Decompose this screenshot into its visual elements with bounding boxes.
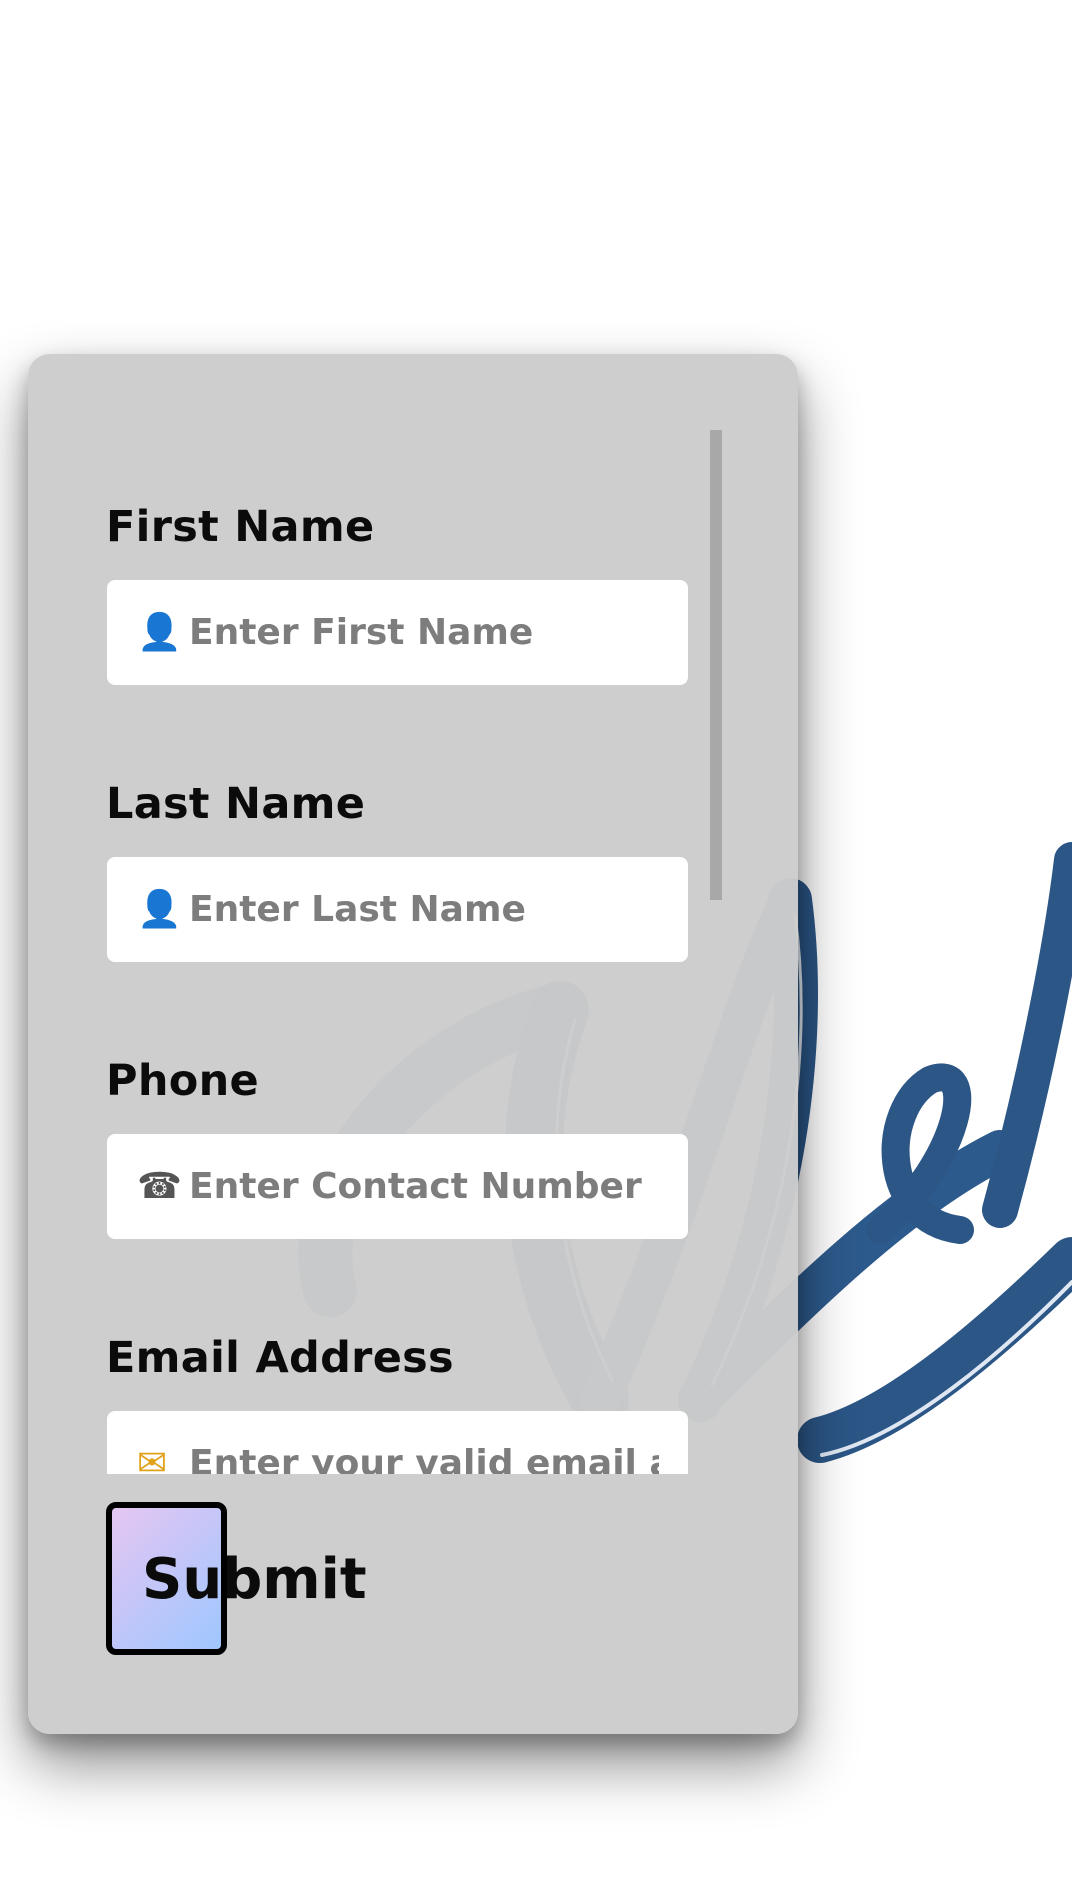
email-input-box[interactable]: ✉	[107, 1411, 688, 1474]
envelope-icon: ✉	[137, 1442, 168, 1474]
submit-label: Submit	[142, 1547, 367, 1612]
email-label: Email Address	[106, 1333, 454, 1383]
first-name-input[interactable]	[185, 612, 659, 653]
person-icon: 👤	[137, 611, 182, 653]
phone-label: Phone	[106, 1056, 259, 1106]
first-name-input-box[interactable]: 👤	[107, 580, 688, 685]
last-name-input[interactable]	[185, 889, 659, 930]
phone-icon: ☎	[137, 1165, 182, 1207]
last-name-label: Last Name	[106, 779, 366, 829]
scrollbar-thumb[interactable]	[710, 430, 722, 900]
phone-input-box[interactable]: ☎	[107, 1134, 688, 1239]
phone-input[interactable]	[185, 1166, 659, 1207]
form-scroll-area[interactable]: First Name 👤 Last Name 👤 Phone ☎ Email A…	[28, 354, 798, 1474]
email-input[interactable]	[185, 1443, 659, 1474]
last-name-input-box[interactable]: 👤	[107, 857, 688, 962]
person-icon: 👤	[137, 888, 182, 930]
first-name-label: First Name	[106, 502, 375, 552]
signup-form-card: First Name 👤 Last Name 👤 Phone ☎ Email A…	[28, 354, 798, 1734]
submit-button[interactable]: Submit	[106, 1502, 367, 1655]
